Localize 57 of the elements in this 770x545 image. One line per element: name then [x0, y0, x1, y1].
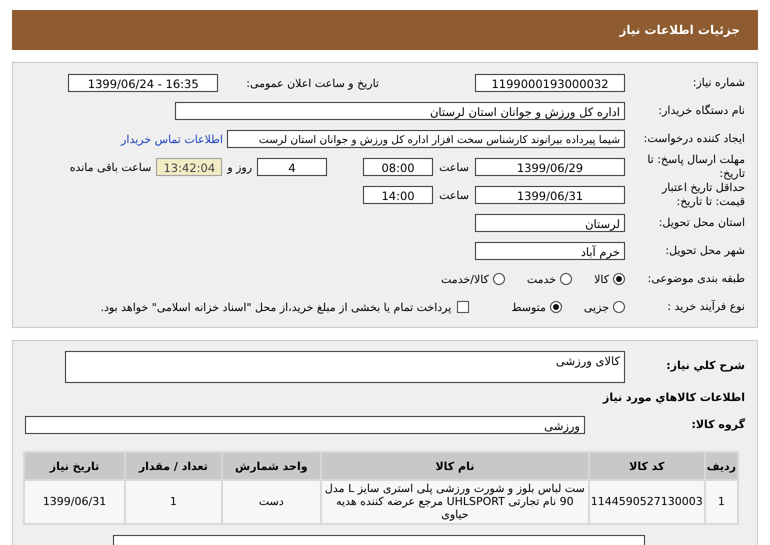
- field-label: شماره نیاز:: [692, 76, 745, 90]
- table-cell: 1399/06/31: [25, 481, 124, 523]
- province-field: لرستان: [475, 214, 625, 232]
- description-field: کالای ورزشی: [65, 351, 625, 383]
- column-header: واحد شمارش: [222, 453, 320, 479]
- goods-group-field: ورزشی: [25, 416, 585, 434]
- announce-date-field: 1399/06/24 - 16:35: [68, 74, 218, 92]
- table-cell: دست: [222, 481, 320, 523]
- field-label: ایجاد کننده درخواست:: [642, 132, 745, 146]
- column-header: ردیف: [706, 453, 737, 479]
- contact-link[interactable]: اطلاعات تماس خریدار: [121, 132, 223, 146]
- field-label: نام دستگاه خریدار:: [657, 104, 745, 118]
- need-number-field: 1199000193000032: [475, 74, 625, 92]
- radio-label: خدمت: [526, 272, 556, 286]
- column-header: کد کالا: [590, 453, 704, 479]
- date-field: 1399/06/29: [475, 158, 625, 176]
- time-label: ساعت: [439, 160, 469, 174]
- days-field: 4: [257, 158, 328, 176]
- radio-button[interactable]: [613, 301, 625, 313]
- days-label: روز و: [227, 160, 252, 174]
- field-label: استان محل تحویل:: [658, 216, 745, 230]
- field-label: حداقل تاریخ اعتبار قیمت: تا تاریخ:: [660, 181, 745, 209]
- remaining-time-field: 13:42:04: [156, 158, 222, 176]
- table-cell: 1: [126, 481, 221, 523]
- column-header: نام کالا: [322, 453, 588, 479]
- table-cell: 1: [706, 481, 737, 523]
- field-label: مهلت ارسال پاسخ: تا تاریخ:: [646, 153, 745, 181]
- date-field: 1399/06/31: [475, 186, 625, 204]
- time-field: 08:00: [363, 158, 434, 176]
- time-label: ساعت: [439, 188, 469, 202]
- creator-field: شیما پیرداده بیرانوند کارشناس سخت افزار اداره کل ورزش و جوانان استان لرست: [227, 130, 625, 148]
- time-field: 14:00: [363, 186, 434, 204]
- radio-label: کالا: [594, 272, 609, 286]
- field-label: شرح کلي نياز:: [665, 358, 745, 373]
- section-heading: اطلاعات کالاهاي مورد نياز: [603, 390, 745, 406]
- radio-button[interactable]: [492, 273, 505, 285]
- checkbox[interactable]: [457, 301, 470, 313]
- radio-label: متوسط: [511, 300, 546, 314]
- radio-button[interactable]: [613, 273, 625, 285]
- city-field: خرم آباد: [475, 242, 625, 260]
- page-title: جزئیات اطلاعات نیاز: [619, 23, 740, 37]
- radio-label: جزیی: [584, 300, 609, 314]
- field-label: نوع فرآیند خرید :: [666, 300, 745, 314]
- column-header: تعداد / مقدار: [126, 453, 221, 479]
- remaining-label: ساعت باقی مانده: [70, 160, 152, 174]
- field-label: گروه کالا:: [690, 418, 745, 432]
- table-cell: ست لباس بلوز و شورت ورزشی پلی استری سایز L مدل 90 نام تجارتی UHLSPORT مرجع عرضه کننده هدیه حیاوی: [322, 481, 588, 523]
- checkbox-label: پرداخت تمام یا بخشی از مبلغ خرید،از محل "اسناد خزانه اسلامی" خواهد بود.: [100, 300, 452, 314]
- column-header: تاریخ نیاز: [25, 453, 124, 479]
- radio-button[interactable]: [560, 273, 572, 285]
- field-label: تاریخ و ساعت اعلان عمومی:: [246, 76, 379, 90]
- table-cell: 1144590527130003: [590, 481, 704, 523]
- buyer-field: اداره کل ورزش و جوانان استان لرستان: [175, 102, 625, 120]
- field-label: شهر محل تحویل:: [664, 244, 745, 258]
- radio-button[interactable]: [550, 301, 562, 313]
- radio-label: کالا/خدمت: [441, 272, 489, 286]
- field-label: طبقه بندی موضوعی:: [646, 272, 745, 286]
